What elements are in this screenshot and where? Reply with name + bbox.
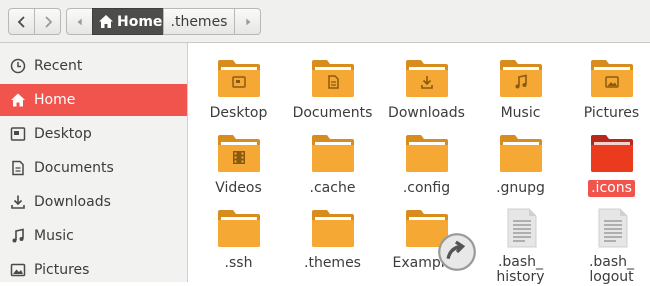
file-item-bash-history[interactable]: .bash_ history	[473, 193, 568, 285]
path-label-home: Home	[117, 13, 163, 30]
folder-icon	[499, 58, 543, 98]
music-icon	[9, 227, 27, 245]
file-item-gnupg[interactable]: .gnupg	[473, 118, 568, 196]
folder-icon	[499, 133, 543, 173]
file-item-examples[interactable]: Examples	[379, 193, 476, 271]
file-item-ssh[interactable]: .ssh	[191, 193, 286, 271]
sidebar-item-label: Pictures	[34, 262, 90, 278]
forward-button[interactable]	[34, 8, 61, 35]
sidebar-item-label: Music	[34, 228, 74, 244]
home-icon	[99, 15, 113, 28]
sidebar-item-label: Recent	[34, 58, 83, 74]
document-icon	[9, 159, 27, 177]
file-item-downloads[interactable]: Downloads	[379, 43, 474, 121]
text-file-icon	[503, 208, 539, 248]
clock-icon	[9, 57, 27, 75]
folder-icon	[590, 58, 634, 98]
file-label: .themes	[304, 255, 361, 271]
path-scroll-left-button[interactable]	[66, 8, 93, 35]
file-grid: Desktop Documents Downloads Music Pictur…	[189, 43, 650, 285]
sidebar-item-recent[interactable]: Recent	[0, 50, 187, 82]
desktop-icon	[9, 125, 27, 143]
folder-icon	[405, 133, 449, 173]
triangle-right-icon	[245, 18, 250, 25]
sidebar-item-pictures[interactable]: Pictures	[0, 254, 187, 286]
folder-icon	[311, 133, 355, 173]
picture-icon	[9, 261, 27, 279]
path-scroll-right-button[interactable]	[234, 8, 261, 35]
file-item-desktop[interactable]: Desktop	[191, 43, 286, 121]
folder-icon	[217, 58, 261, 98]
folder-icon	[405, 208, 476, 271]
triangle-left-icon	[77, 18, 82, 25]
chevron-right-icon	[44, 15, 52, 28]
symlink-arrow-icon	[435, 232, 476, 271]
file-item-music[interactable]: Music	[473, 43, 568, 121]
folder-icon	[311, 208, 355, 248]
file-label: .bash_ history	[496, 254, 545, 285]
text-file-icon	[594, 208, 630, 248]
file-item-bash-logout[interactable]: .bash_ logout	[564, 193, 650, 285]
folder-icon	[590, 133, 634, 173]
sidebar-item-label: Home	[34, 92, 76, 108]
sidebar-item-documents[interactable]: Documents	[0, 152, 187, 184]
folder-icon	[217, 208, 261, 248]
home-icon	[9, 91, 27, 109]
file-item-pictures[interactable]: Pictures	[564, 43, 650, 121]
sidebar-item-label: Downloads	[34, 194, 111, 210]
path-label-themes: .themes	[170, 13, 228, 30]
sidebar-item-label: Documents	[34, 160, 114, 176]
chevron-left-icon	[17, 15, 25, 28]
sidebar-item-label: Desktop	[34, 126, 92, 142]
file-item-cache[interactable]: .cache	[285, 118, 380, 196]
file-label: .ssh	[224, 255, 253, 271]
sidebar-item-home[interactable]: Home	[0, 84, 187, 116]
sidebar-item-music[interactable]: Music	[0, 220, 187, 252]
sidebar-item-downloads[interactable]: Downloads	[0, 186, 187, 218]
download-icon	[9, 193, 27, 211]
path-button-home[interactable]: Home	[92, 8, 164, 35]
folder-icon	[217, 133, 261, 173]
folder-icon	[311, 58, 355, 98]
file-item-documents[interactable]: Documents	[285, 43, 380, 121]
file-item-config[interactable]: .config	[379, 118, 474, 196]
sidebar: Recent Home Desktop Documents Downloads …	[0, 43, 188, 282]
back-button[interactable]	[8, 8, 35, 35]
file-item-icons[interactable]: .icons	[564, 118, 650, 197]
file-label: .bash_ logout	[588, 254, 635, 285]
folder-icon	[405, 58, 449, 98]
header-bar: Home .themes	[0, 0, 650, 43]
file-item-videos[interactable]: Videos	[191, 118, 286, 196]
path-button-themes[interactable]: .themes	[163, 8, 235, 35]
sidebar-item-desktop[interactable]: Desktop	[0, 118, 187, 150]
file-item-themes[interactable]: .themes	[285, 193, 380, 271]
